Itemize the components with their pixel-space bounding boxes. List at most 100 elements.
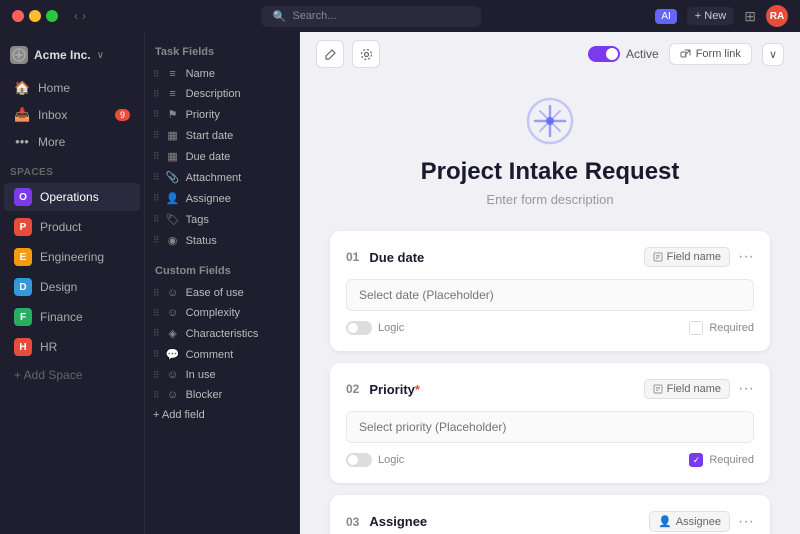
drag-handle-icon: ⠿: [153, 390, 160, 401]
workspace-name: Acme Inc.: [34, 48, 91, 62]
sidebar-item-product[interactable]: P Product: [4, 213, 140, 241]
field-name-badge-priority[interactable]: Field name: [644, 379, 730, 399]
field-row-in-use[interactable]: ⠿ ☺ In use: [145, 365, 299, 385]
edit-button[interactable]: [316, 40, 344, 68]
field-row-due-date[interactable]: ⠿ ▦ Due date: [145, 146, 299, 167]
search-icon: 🔍: [273, 10, 287, 23]
assignee-badge-icon: 👤: [658, 515, 672, 528]
space-dot-design: D: [14, 278, 32, 296]
sidebar-item-finance[interactable]: F Finance: [4, 303, 140, 331]
logic-toggle[interactable]: Logic: [346, 321, 404, 335]
sidebar-item-inbox[interactable]: 📥 Inbox 9: [4, 102, 140, 128]
field-row-start-date[interactable]: ⠿ ▦ Start date: [145, 125, 299, 146]
add-space-button[interactable]: + Add Space: [4, 363, 140, 387]
custom-fields-title: Custom Fields: [145, 259, 299, 283]
field-row-priority[interactable]: ⠿ ⚑ Priority: [145, 104, 299, 125]
field-row-assignee[interactable]: ⠿ 👤 Assignee: [145, 188, 299, 209]
space-label-design: Design: [40, 280, 77, 294]
active-toggle-switch[interactable]: [588, 46, 620, 62]
field-label: In use: [186, 369, 216, 381]
form-toolbar: Active Form link ∨: [300, 32, 800, 76]
card-title-priority: Priority*: [369, 382, 420, 397]
more-options-button[interactable]: ···: [738, 248, 754, 266]
field-label: Characteristics: [186, 328, 259, 340]
forward-arrow-icon[interactable]: ›: [82, 9, 86, 23]
field-label: Description: [186, 88, 241, 100]
field-label: Status: [186, 235, 217, 247]
main-layout: Acme Inc. ∨ 🏠 Home 📥 Inbox 9 ••• More Sp…: [0, 32, 800, 534]
field-row-characteristics[interactable]: ⠿ ◈ Characteristics: [145, 323, 299, 344]
expand-button[interactable]: ∨: [762, 43, 784, 66]
form-card-due-date: 01 Due date Field name: [330, 231, 770, 351]
form-link-button[interactable]: Form link: [669, 43, 752, 65]
characteristics-icon: ◈: [166, 327, 180, 340]
active-label: Active: [626, 47, 659, 61]
sidebar-item-hr[interactable]: H HR: [4, 333, 140, 361]
card-footer: Logic Required: [346, 321, 754, 335]
maximize-window-button[interactable]: [46, 10, 58, 22]
drag-handle-icon: ⠿: [153, 89, 160, 100]
field-label: Ease of use: [186, 287, 244, 299]
close-window-button[interactable]: [12, 10, 24, 22]
field-row-tags[interactable]: ⠿ 🏷 Tags: [145, 209, 299, 230]
new-button[interactable]: + New: [687, 7, 735, 25]
logic-toggle-switch[interactable]: [346, 453, 372, 467]
active-toggle[interactable]: Active: [588, 46, 659, 62]
space-label-product: Product: [40, 220, 81, 234]
priority-icon: ⚑: [166, 108, 180, 121]
required-check[interactable]: Required: [689, 321, 754, 335]
sidebar-item-operations[interactable]: O Operations: [4, 183, 140, 211]
drag-handle-icon: ⠿: [153, 69, 160, 80]
in-use-icon: ☺: [166, 369, 180, 381]
field-row-status[interactable]: ⠿ ◉ Status: [145, 230, 299, 251]
assignee-icon: 👤: [166, 192, 180, 205]
more-options-button-priority[interactable]: ···: [738, 380, 754, 398]
name-icon: ≡: [166, 68, 180, 80]
due-date-input[interactable]: [346, 279, 754, 311]
drag-handle-icon: ⠿: [153, 308, 160, 319]
field-row-description[interactable]: ⠿ ≡ Description: [145, 84, 299, 104]
logic-toggle-priority[interactable]: Logic: [346, 453, 404, 467]
back-arrow-icon[interactable]: ‹: [74, 9, 78, 23]
required-label: Required: [709, 454, 754, 466]
grid-icon[interactable]: ⊞: [744, 8, 756, 25]
more-options-button-assignee[interactable]: ···: [738, 513, 754, 531]
drag-handle-icon: ⠿: [153, 130, 160, 141]
priority-input[interactable]: [346, 411, 754, 443]
field-name-badge[interactable]: Field name: [644, 247, 730, 267]
card-title-due-date: Due date: [369, 250, 424, 265]
avatar: RA: [766, 5, 788, 27]
ai-badge: AI: [655, 9, 676, 24]
field-row-complexity[interactable]: ⠿ ☺ Complexity: [145, 303, 299, 323]
field-row-attachment[interactable]: ⠿ 📎 Attachment: [145, 167, 299, 188]
required-check-priority[interactable]: ✓ Required: [689, 453, 754, 467]
logic-toggle-switch[interactable]: [346, 321, 372, 335]
search-bar[interactable]: 🔍 Search...: [261, 6, 481, 27]
field-row-ease-of-use[interactable]: ⠿ ☺ Ease of use: [145, 283, 299, 303]
form-toolbar-left: [316, 40, 380, 68]
sidebar-item-more[interactable]: ••• More: [4, 129, 140, 154]
form-area: Project Intake Request Enter form descri…: [300, 76, 800, 534]
field-row-name[interactable]: ⠿ ≡ Name: [145, 64, 299, 84]
sidebar-item-home[interactable]: 🏠 Home: [4, 75, 140, 101]
fields-panel: Task Fields ⠿ ≡ Name ⠿ ≡ Description ⠿ ⚑…: [145, 32, 300, 534]
field-row-blocker[interactable]: ⠿ ☺ Blocker: [145, 385, 299, 405]
comment-icon: 💬: [166, 348, 180, 361]
search-placeholder: Search...: [292, 10, 336, 22]
settings-button[interactable]: [352, 40, 380, 68]
drag-handle-icon: ⠿: [153, 151, 160, 162]
field-name-badge-assignee[interactable]: 👤 Assignee: [649, 511, 730, 532]
sidebar-nav: 🏠 Home 📥 Inbox 9 ••• More: [0, 70, 144, 159]
minimize-window-button[interactable]: [29, 10, 41, 22]
card-header-due-date: 01 Due date Field name: [346, 247, 754, 267]
space-label-engineering: Engineering: [40, 250, 104, 264]
sidebar-item-engineering[interactable]: E Engineering: [4, 243, 140, 271]
required-checkbox-priority[interactable]: ✓: [689, 453, 703, 467]
workspace-icon: [10, 46, 28, 64]
form-title: Project Intake Request: [330, 158, 770, 186]
sidebar-item-design[interactable]: D Design: [4, 273, 140, 301]
workspace-header[interactable]: Acme Inc. ∨: [0, 40, 144, 70]
required-checkbox[interactable]: [689, 321, 703, 335]
field-row-comment[interactable]: ⠿ 💬 Comment: [145, 344, 299, 365]
add-field-button[interactable]: + Add field: [145, 405, 299, 425]
